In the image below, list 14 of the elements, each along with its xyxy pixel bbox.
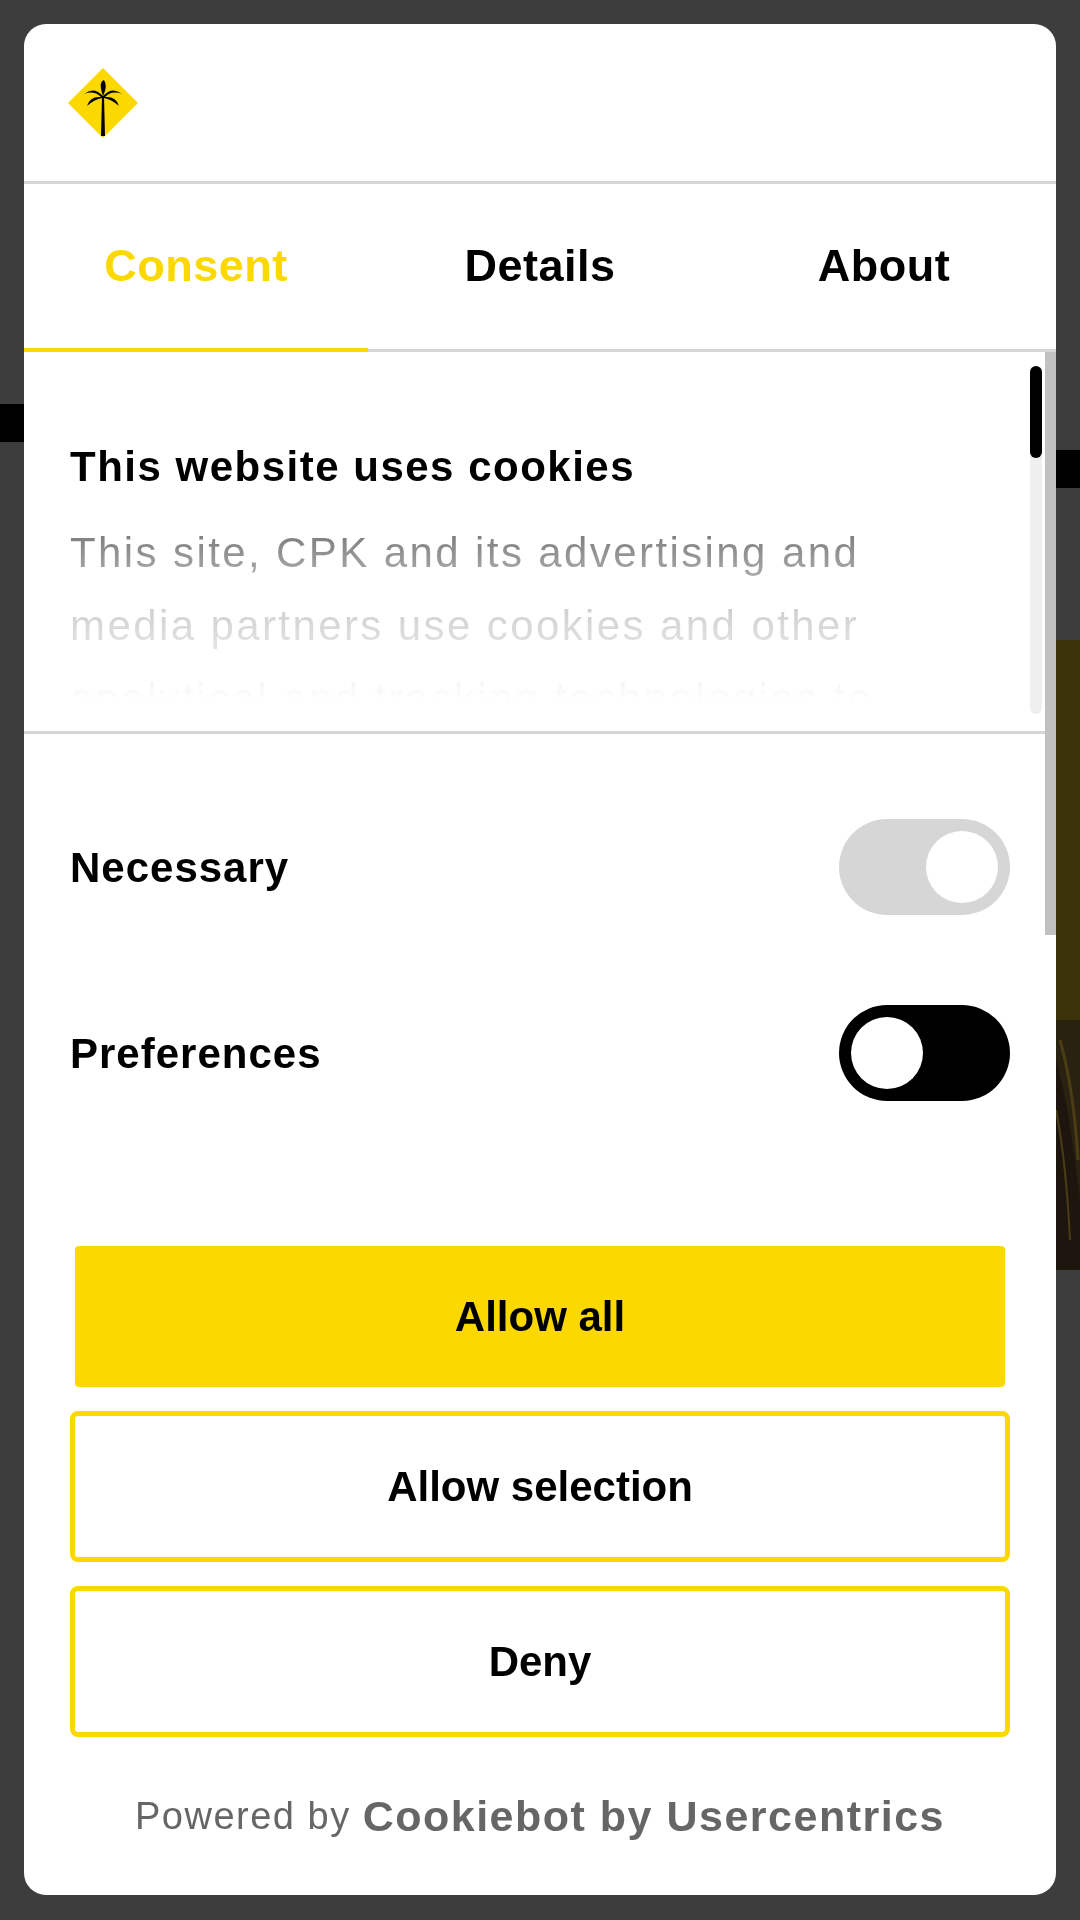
category-label: Necessary [70, 842, 290, 893]
category-label: Preferences [70, 1028, 322, 1079]
choice-button[interactable]: Allow selection [70, 1411, 1010, 1562]
tab[interactable]: About [712, 184, 1056, 352]
palm-tree-logo-icon [68, 67, 138, 138]
scroll-thumb[interactable] [1030, 366, 1042, 458]
notice-title: This website uses cookies [70, 442, 637, 492]
cookiebot-link[interactable]: Cookiebot by Usercentrics [362, 1783, 945, 1849]
powered-by-text: Powered by [135, 1793, 351, 1839]
backdrop-bar [0, 404, 24, 442]
backdrop-bar [1056, 450, 1080, 488]
choice-button[interactable]: Deny [70, 1586, 1010, 1737]
tab[interactable]: Details [368, 184, 712, 352]
allow-button[interactable]: Allow all [75, 1246, 1005, 1387]
